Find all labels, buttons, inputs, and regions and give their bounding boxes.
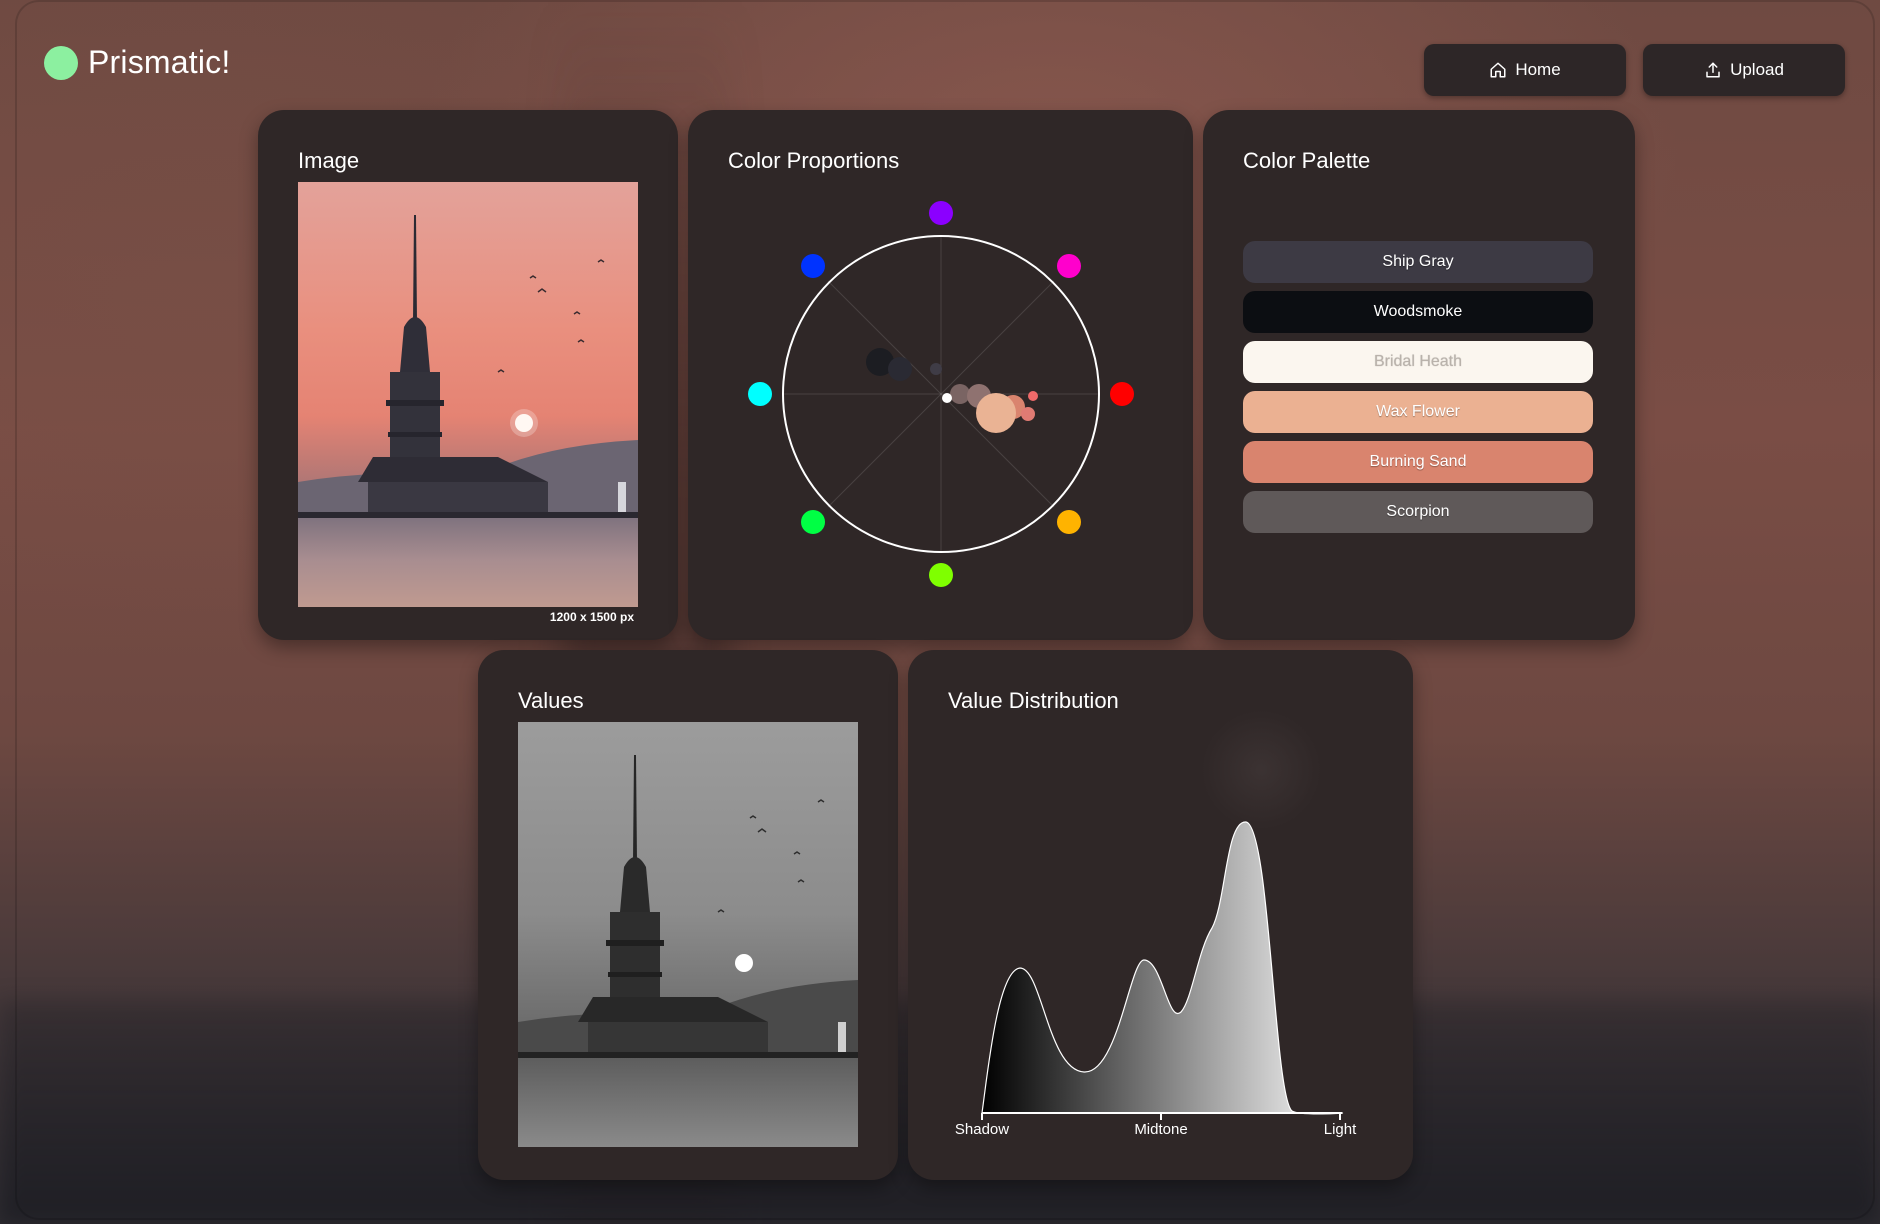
- color-palette-card: Color Palette Ship Gray Woodsmoke Bridal H…: [1203, 110, 1635, 640]
- home-button-label: Home: [1515, 60, 1561, 79]
- palette-swatch[interactable]: Burning Sand: [1243, 441, 1593, 483]
- upload-button-label: Upload: [1730, 60, 1784, 79]
- value-histogram: Shadow Midtone Light: [955, 710, 1357, 1138]
- palette-swatch[interactable]: Ship Gray: [1243, 241, 1593, 283]
- values-card: Values: [478, 650, 898, 1180]
- hue-marker-red: [1110, 382, 1134, 406]
- hue-marker-orange: [1056, 509, 1081, 534]
- blob-burning-sand-small: [1021, 407, 1035, 421]
- home-icon: [1490, 62, 1506, 78]
- histogram-curve: [981, 821, 1343, 1115]
- hue-marker-cyan: [748, 382, 772, 406]
- blob-ship-gray: [930, 363, 942, 375]
- logo-dot-icon: [44, 45, 78, 80]
- upload-icon: [1706, 62, 1720, 78]
- axis-label-shadow: Shadow: [955, 1121, 1009, 1138]
- color-palette-title: Color Palette: [1243, 148, 1371, 173]
- grayscale-photo: [518, 722, 858, 1147]
- color-wheel: [748, 201, 1134, 587]
- proportion-blobs: [866, 348, 1038, 433]
- home-button[interactable]: Home: [1424, 44, 1626, 96]
- upload-button[interactable]: Upload: [1643, 44, 1845, 96]
- palette-swatch[interactable]: Wax Flower: [1243, 391, 1593, 433]
- hue-marker-green: [801, 509, 826, 534]
- blob-wax-flower: [976, 393, 1016, 433]
- hue-marker-yellow-green: [929, 563, 953, 587]
- histogram-glow: [1201, 710, 1321, 830]
- image-card-title: Image: [298, 148, 360, 173]
- values-card-title: Values: [518, 688, 584, 713]
- blob-scorpion: [950, 384, 970, 404]
- palette-swatch[interactable]: Scorpion: [1243, 491, 1593, 533]
- palette-swatch[interactable]: Woodsmoke: [1243, 291, 1593, 333]
- blob-red-accent: [1028, 391, 1038, 401]
- uploaded-photo: [298, 182, 638, 607]
- value-distribution-card: Value Distribution Shadow Midtone Light: [908, 650, 1413, 1180]
- hue-marker-violet: [929, 201, 953, 225]
- image-card: Image 1200 x 1500 px: [258, 110, 678, 640]
- app-logo[interactable]: Prismatic!: [44, 44, 230, 81]
- color-proportions-card: Color Proportions: [688, 110, 1193, 640]
- blob-bridal-heath: [942, 393, 952, 403]
- blob-ship-gray-dark: [888, 357, 912, 381]
- axis-label-light: Light: [1324, 1121, 1357, 1138]
- palette-swatch[interactable]: Bridal Heath: [1243, 341, 1593, 383]
- histogram-axis: [981, 1112, 1342, 1120]
- image-dimensions: 1200 x 1500 px: [549, 610, 634, 624]
- app-title: Prismatic!: [88, 44, 231, 80]
- hue-marker-magenta: [1056, 254, 1081, 279]
- axis-label-midtone: Midtone: [1134, 1121, 1187, 1138]
- hue-marker-blue: [801, 254, 826, 279]
